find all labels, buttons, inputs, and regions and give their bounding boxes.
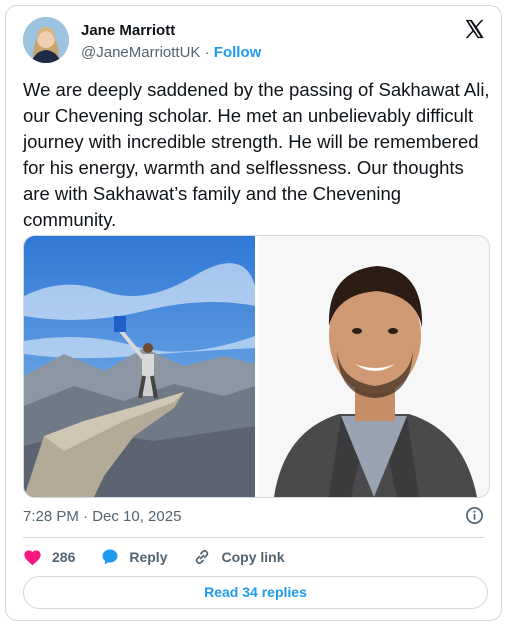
media-grid: [23, 235, 490, 498]
action-bar: 286 Reply Copy link: [23, 546, 311, 568]
author-handle-row: @JaneMarriottUK · Follow: [81, 44, 261, 61]
link-icon: [196, 549, 209, 565]
tweet-text: We are deeply saddened by the passing of…: [23, 79, 490, 230]
copy-link-button[interactable]: Copy link: [193, 548, 285, 566]
x-logo-icon[interactable]: [463, 18, 485, 40]
heart-icon: [24, 549, 41, 565]
author-name[interactable]: Jane Marriott: [81, 22, 175, 39]
like-count: 286: [52, 549, 76, 565]
reply-bubble-icon: [102, 549, 118, 565]
follow-button[interactable]: Follow: [214, 44, 262, 61]
reply-button[interactable]: Reply: [101, 548, 167, 566]
timestamp[interactable]: 7:28 PM · Dec 10, 2025: [23, 508, 181, 525]
separator-dot: ·: [204, 44, 210, 61]
avatar-image: [23, 17, 69, 63]
reply-label: Reply: [129, 549, 168, 565]
tweet-card: Jane Marriott @JaneMarriottUK · Follow W…: [5, 5, 502, 621]
avatar[interactable]: [23, 17, 69, 63]
info-icon[interactable]: [465, 506, 484, 525]
copy-link-label: Copy link: [221, 549, 285, 565]
like-button[interactable]: 286: [23, 549, 75, 566]
photo-portrait-smiling-man[interactable]: [259, 236, 489, 497]
read-replies-button[interactable]: Read 34 replies: [23, 576, 488, 609]
divider: [23, 537, 484, 538]
photo-man-on-rock-cliff[interactable]: [24, 236, 255, 497]
author-handle[interactable]: @JaneMarriottUK: [81, 44, 200, 61]
